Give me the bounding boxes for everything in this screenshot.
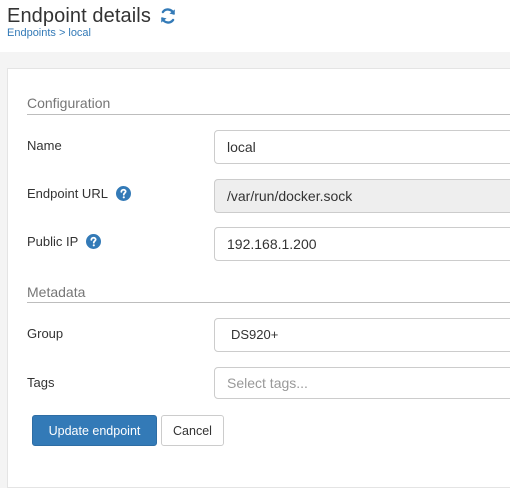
metadata-section-title: Metadata xyxy=(27,284,86,300)
tags-selector[interactable]: Select tags... xyxy=(214,367,510,399)
name-input[interactable] xyxy=(214,130,510,164)
update-endpoint-button[interactable]: Update endpoint xyxy=(32,415,157,446)
group-label-text: Group xyxy=(27,326,64,341)
breadcrumb-current: local xyxy=(68,27,91,39)
cancel-button[interactable]: Cancel xyxy=(161,415,224,446)
breadcrumb-endpoints-link[interactable]: Endpoints xyxy=(7,27,56,39)
endpoint-url-label-text: Endpoint URL xyxy=(27,186,108,201)
metadata-divider xyxy=(27,302,510,303)
public-ip-label-text: Public IP xyxy=(27,234,79,249)
endpoint-url-input[interactable] xyxy=(214,179,510,213)
breadcrumb: Endpoints > local xyxy=(7,27,91,39)
title-row: Endpoint details xyxy=(7,4,177,28)
breadcrumb-separator: > xyxy=(58,27,66,39)
tags-label: Tags xyxy=(27,375,54,390)
tags-label-text: Tags xyxy=(27,375,55,390)
public-ip-input[interactable] xyxy=(214,227,510,261)
refresh-icon[interactable] xyxy=(159,7,177,25)
configuration-divider xyxy=(27,114,510,115)
public-ip-label: Public IP xyxy=(27,234,102,249)
tags-placeholder: Select tags... xyxy=(227,375,308,391)
endpoint-url-help-icon[interactable] xyxy=(115,186,131,201)
public-ip-help-icon[interactable] xyxy=(86,234,102,249)
group-select[interactable]: DS920+ xyxy=(214,318,510,352)
endpoint-url-label: Endpoint URL xyxy=(27,186,131,201)
configuration-section-title: Configuration xyxy=(27,95,111,111)
name-label-text: Name xyxy=(27,138,62,153)
page-title: Endpoint details xyxy=(7,4,151,27)
page-header: Endpoint details Endpoints > local xyxy=(0,0,510,52)
name-label: Name xyxy=(27,138,62,153)
group-label: Group xyxy=(27,326,63,341)
